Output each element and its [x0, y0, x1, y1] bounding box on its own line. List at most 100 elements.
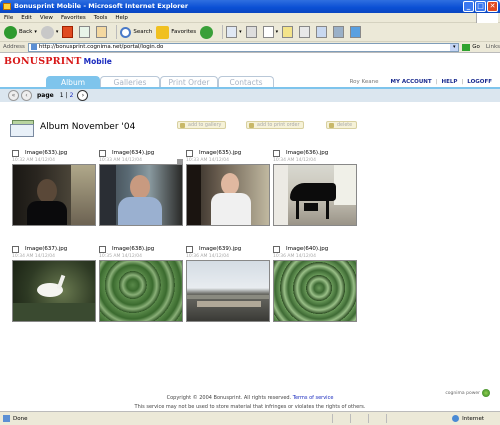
image-date: 10:34 AM 14/12/04	[273, 158, 317, 163]
stop-button[interactable]	[62, 26, 75, 38]
toolbar-separator	[222, 25, 224, 39]
page-footer: Copyright © 2004 Bonusprint. All rights …	[0, 395, 500, 410]
star-icon	[156, 25, 170, 39]
image-checkbox[interactable]	[12, 149, 19, 157]
separator: |	[461, 79, 464, 85]
search-button[interactable]: Search	[120, 26, 152, 38]
links-button[interactable]: Links	[486, 44, 500, 50]
image-name: Image(638).jpg	[112, 246, 155, 252]
page-label: page	[37, 92, 54, 99]
add-to-gallery-button[interactable]: add to gallery	[177, 121, 227, 129]
messenger-icon	[316, 26, 328, 38]
forward-button[interactable]: ▾	[40, 25, 58, 39]
delete-button[interactable]: delete	[326, 121, 358, 129]
windows-logo-icon	[476, 13, 498, 23]
close-button[interactable]: ✕	[487, 1, 498, 12]
image-checkbox[interactable]	[99, 149, 106, 157]
prev-page-button[interactable]: ‹	[21, 90, 32, 101]
image-thumbnail[interactable]	[273, 164, 357, 226]
image-thumbnail[interactable]	[12, 164, 96, 226]
menu-view[interactable]: View	[40, 15, 53, 21]
image-name: Image(639).jpg	[199, 246, 242, 252]
favorites-label: Favorites	[171, 29, 197, 35]
album-header: Album November '04	[10, 116, 135, 138]
page-done-icon	[3, 415, 10, 422]
discuss-button[interactable]	[282, 26, 295, 38]
image-thumbnail[interactable]	[99, 164, 183, 226]
bonusprint-logo[interactable]: BONUSPRINT Mobile	[4, 56, 112, 67]
search-icon	[120, 26, 132, 38]
address-input[interactable]: http://bonusprint.cognima.net/portal/log…	[27, 42, 460, 52]
my-account-link[interactable]: MY ACCOUNT	[390, 79, 431, 85]
logoff-link[interactable]: LOGOFF	[467, 79, 492, 85]
web-page: BONUSPRINT Mobile Album Galleries Print …	[0, 53, 500, 411]
history-icon	[200, 25, 214, 39]
maximize-button[interactable]: □	[475, 1, 486, 12]
address-dropdown-icon[interactable]: ▾	[450, 43, 459, 51]
menu-file[interactable]: File	[4, 15, 13, 21]
messenger-button[interactable]	[316, 26, 329, 38]
add-to-print-order-button[interactable]: add to print order	[246, 121, 305, 129]
home-button[interactable]	[96, 26, 109, 38]
edit-icon	[262, 26, 274, 38]
history-button[interactable]	[200, 25, 215, 39]
image-thumbnail[interactable]	[186, 164, 270, 226]
image-checkbox[interactable]	[186, 149, 193, 157]
page-2-link[interactable]: 2	[70, 92, 74, 99]
image-date: 10:33 AM 14/12/04	[186, 158, 230, 163]
mail-button[interactable]: ▾	[226, 26, 242, 38]
pager-bar: « ‹ page 1 | 2 ›	[0, 89, 500, 102]
menu-favorites[interactable]: Favorites	[61, 15, 86, 21]
help-link[interactable]: HELP	[442, 79, 458, 85]
print-button[interactable]	[245, 26, 259, 38]
image-checkbox[interactable]	[273, 149, 280, 157]
globe-icon	[452, 415, 460, 422]
image-thumbnail[interactable]	[99, 260, 183, 322]
menu-help[interactable]: Help	[115, 15, 128, 21]
go-button[interactable]: Go	[462, 43, 480, 51]
image-checkbox[interactable]	[12, 245, 19, 253]
back-arrow-icon	[4, 25, 17, 39]
window-title-bar[interactable]: Bonusprint Mobile - Microsoft Internet E…	[0, 0, 500, 13]
footer-notice: This service may not be used to store ma…	[134, 404, 366, 410]
ie-app-icon	[3, 3, 11, 10]
image-date: 10:32 AM 14/12/04	[12, 158, 56, 163]
media-button[interactable]	[333, 26, 346, 38]
user-links: Roy Keane MY ACCOUNT | HELP | LOGOFF	[350, 79, 492, 85]
bluetooth-button[interactable]	[350, 26, 363, 38]
user-name: Roy Keane	[349, 79, 379, 85]
minimize-button[interactable]: _	[463, 1, 474, 12]
research-button[interactable]	[299, 26, 312, 38]
image-name: Image(634).jpg	[112, 150, 155, 156]
next-page-button[interactable]: ›	[77, 90, 89, 101]
back-button[interactable]: Back ▾	[4, 25, 37, 39]
tab-galleries[interactable]: Galleries	[100, 76, 160, 87]
tab-contacts[interactable]: Contacts	[218, 76, 274, 87]
menu-edit[interactable]: Edit	[21, 15, 32, 21]
menu-tools[interactable]: Tools	[94, 15, 108, 21]
back-dropdown-icon[interactable]: ▾	[34, 29, 37, 35]
favorites-button[interactable]: Favorites	[156, 25, 197, 39]
edit-button[interactable]: ▾	[262, 26, 278, 38]
zone-label: Internet	[462, 415, 484, 422]
tab-print-order[interactable]: Print Order	[160, 76, 218, 87]
tab-album[interactable]: Album	[46, 76, 100, 87]
refresh-button[interactable]	[79, 26, 92, 38]
address-bar: Address http://bonusprint.cognima.net/po…	[0, 42, 500, 53]
image-thumbnail[interactable]	[186, 260, 270, 322]
first-page-button[interactable]: «	[8, 90, 19, 101]
image-date: 10:35 AM 14/12/04	[99, 254, 143, 259]
main-tabs: Album Galleries Print Order Contacts	[46, 76, 274, 87]
image-checkbox[interactable]	[186, 245, 193, 253]
current-page: 1	[59, 92, 64, 99]
status-text: Done	[13, 415, 28, 422]
image-cell: Image(636).jpg 10:34 AM 14/12/04	[273, 149, 357, 226]
image-thumbnail[interactable]	[273, 260, 357, 322]
image-name: Image(635).jpg	[199, 150, 242, 156]
image-thumbnail[interactable]	[12, 260, 96, 322]
image-checkbox[interactable]	[99, 245, 106, 253]
image-checkbox[interactable]	[273, 245, 280, 253]
image-date: 10:36 AM 14/12/04	[273, 254, 317, 259]
home-icon	[96, 26, 108, 38]
terms-link[interactable]: Terms of service	[293, 395, 334, 401]
